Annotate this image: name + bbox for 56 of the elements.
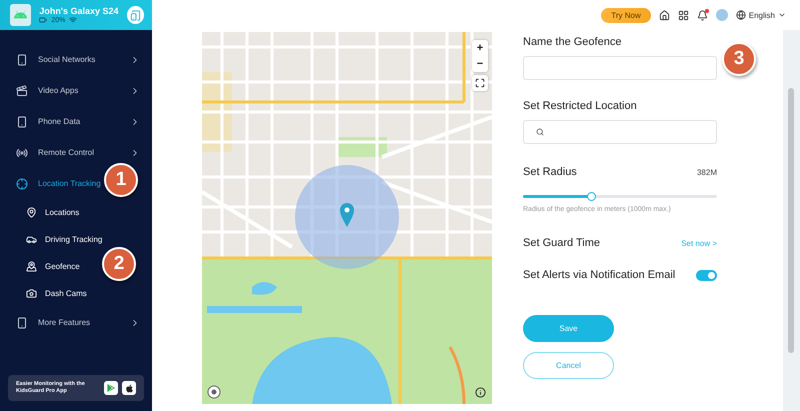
sidebar-subitem[interactable]: Geofence [26, 261, 80, 272]
sidebar-item[interactable]: Video Apps [16, 84, 78, 96]
switch-device-button[interactable] [126, 6, 144, 24]
search-field[interactable] [523, 120, 717, 144]
field-label: Name the Geofence [523, 36, 622, 48]
field-label: Set Alerts via Notification Email [523, 269, 676, 281]
language-selector[interactable]: English [736, 10, 786, 20]
scrollbar[interactable] [783, 30, 800, 411]
car-icon [26, 234, 37, 245]
wifi-icon [69, 16, 78, 24]
sidebar-subitem[interactable]: Driving Tracking [26, 234, 102, 245]
play-store-button[interactable] [104, 381, 118, 395]
caret-icon [778, 11, 786, 19]
home-icon[interactable] [658, 10, 670, 20]
sidebar-item[interactable]: More Features [16, 316, 90, 328]
radius-value: 382M [696, 168, 717, 176]
try-now-button[interactable]: Try Now [601, 8, 651, 22]
name-input-field[interactable] [523, 56, 717, 80]
step-number-badge: 3 [722, 42, 756, 76]
pin-icon [26, 261, 37, 272]
play-triangle-icon [107, 384, 115, 392]
sidebar-item[interactable]: Social Networks [16, 54, 96, 66]
signal-icon [16, 146, 28, 158]
field-label: Set Restricted Location [523, 100, 638, 112]
search-icon [536, 128, 544, 136]
phones-icon [130, 10, 141, 20]
sidebar-item[interactable]: Location Tracking [16, 178, 101, 190]
sidebar-subitem[interactable]: Dash Cams [26, 288, 87, 299]
sidebar-item[interactable]: Remote Control [16, 146, 94, 158]
fullscreen-button[interactable] [472, 75, 488, 91]
bell-icon[interactable] [696, 10, 708, 20]
fullscreen-icon [475, 78, 485, 88]
camera-icon [26, 288, 37, 299]
robot-icon [14, 8, 28, 22]
battery-icon [39, 16, 48, 24]
zoom-in-button[interactable]: + [472, 40, 488, 56]
toggle-switch[interactable] [696, 270, 717, 280]
radius-slider[interactable] [523, 195, 717, 198]
zoom-out-button[interactable]: − [472, 56, 488, 72]
info-icon[interactable] [475, 387, 486, 398]
field-label: Set Radius [523, 166, 577, 178]
sidebar-subitem[interactable]: Locations [26, 207, 80, 218]
globe-icon [736, 10, 746, 20]
phone-icon [16, 54, 28, 66]
grid-icon[interactable] [678, 10, 689, 20]
device-name: John's Galaxy S24 [39, 6, 119, 16]
sidebar-item[interactable]: Phone Data [16, 116, 80, 128]
field-label: Set Guard Time [523, 237, 600, 249]
video-icon [16, 84, 28, 96]
slider-thumb[interactable] [586, 192, 596, 201]
phone-icon [16, 316, 28, 328]
app-store-button[interactable] [122, 381, 136, 395]
phone-icon [16, 116, 28, 128]
apple-icon [124, 384, 134, 392]
pin-icon [26, 207, 37, 218]
crosshair-icon [16, 178, 28, 190]
